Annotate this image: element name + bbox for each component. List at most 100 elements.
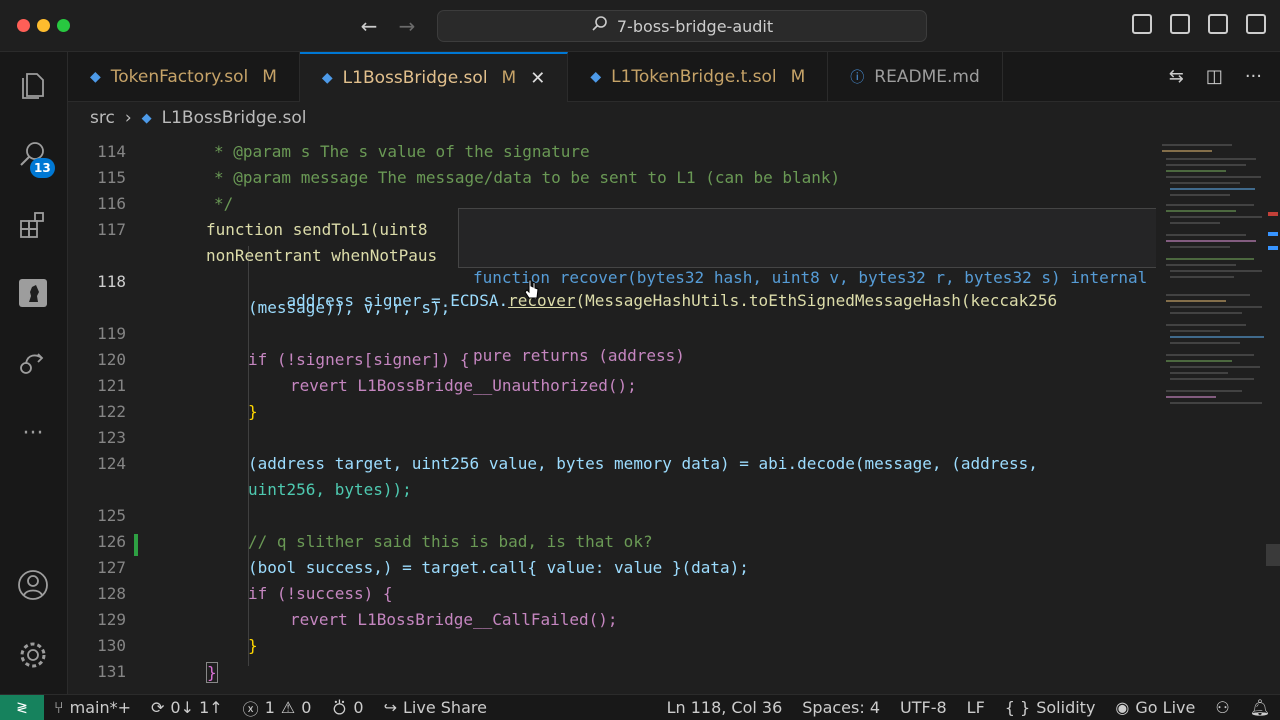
line-number: 130 bbox=[97, 636, 126, 655]
vertical-scrollbar[interactable] bbox=[1266, 134, 1280, 694]
maximize-window-button[interactable] bbox=[57, 19, 70, 32]
go-live-label: Go Live bbox=[1135, 698, 1196, 717]
live-share-icon: ↪ bbox=[383, 698, 398, 717]
eol-setting[interactable]: LF bbox=[957, 698, 995, 717]
line-number: 129 bbox=[97, 610, 126, 629]
line-number: 116 bbox=[97, 194, 126, 213]
title-bar: ← → 7-boss-bridge-audit bbox=[0, 0, 1280, 52]
live-share-icon[interactable] bbox=[14, 344, 52, 382]
cursor-position[interactable]: Ln 118, Col 36 bbox=[657, 698, 793, 717]
language-mode[interactable]: { } Solidity bbox=[995, 698, 1106, 717]
error-marker bbox=[1268, 212, 1278, 216]
toggle-panel-icon[interactable] bbox=[1170, 14, 1190, 34]
info-icon: ⓘ bbox=[850, 70, 865, 86]
minimap[interactable] bbox=[1156, 134, 1266, 694]
chevron-right-icon: › bbox=[124, 108, 132, 128]
code-line-116: */ bbox=[214, 194, 234, 213]
tab-l1bossbridge[interactable]: ◆ L1BossBridge.sol M ✕ bbox=[299, 52, 569, 102]
breadcrumb: src › ◆ L1BossBridge.sol bbox=[68, 102, 1280, 134]
breadcrumb-folder[interactable]: src bbox=[90, 108, 115, 128]
status-bar: ≷ ⑂ main*+ ⟳ 0↓ 1↑ ⓧ 1 ⚠ 0 ⛣ 0 ↪ Live Sh… bbox=[0, 694, 1280, 720]
code-line-115: * @param message The message/data to be … bbox=[214, 168, 841, 187]
search-marker bbox=[1268, 232, 1278, 236]
toggle-secondary-sidebar-icon[interactable] bbox=[1208, 14, 1228, 34]
solidity-file-icon: ◆ bbox=[590, 69, 602, 85]
code-line-129: revert L1BossBridge__CallFailed(); bbox=[290, 610, 618, 629]
problems-indicator[interactable]: ⓧ 1 ⚠ 0 bbox=[233, 696, 322, 720]
broadcast-icon: ◉ bbox=[1115, 698, 1130, 717]
explorer-icon[interactable] bbox=[14, 66, 52, 104]
editor-tabs: ◆ TokenFactory.sol M ◆ L1BossBridge.sol … bbox=[68, 52, 1280, 102]
sync-indicator[interactable]: ⟳ 0↓ 1↑ bbox=[141, 698, 233, 717]
breadcrumb-file[interactable]: L1BossBridge.sol bbox=[162, 108, 307, 128]
copilot-icon[interactable]: ⚇ bbox=[1205, 698, 1239, 717]
search-results-badge: 13 bbox=[30, 158, 55, 178]
modified-indicator: M bbox=[501, 68, 517, 88]
sync-icon: ⟳ bbox=[151, 698, 165, 717]
line-number: 128 bbox=[97, 584, 126, 603]
solidity-file-icon: ◆ bbox=[321, 70, 333, 86]
warning-count: 0 bbox=[301, 698, 312, 717]
remote-indicator-icon[interactable]: ≷ bbox=[0, 694, 44, 720]
ports-count: 0 bbox=[353, 698, 364, 717]
extensions-icon[interactable] bbox=[14, 206, 52, 244]
code-line-122: } bbox=[248, 402, 258, 421]
code-line-114: * @param s The s value of the signature bbox=[214, 142, 590, 161]
solidity-file-icon: ◆ bbox=[90, 69, 101, 85]
line-number: 127 bbox=[97, 558, 126, 577]
activity-bar: 13 ··· bbox=[0, 52, 68, 694]
indentation-setting[interactable]: Spaces: 4 bbox=[792, 698, 890, 717]
line-number: 131 bbox=[97, 662, 126, 681]
tab-tokenfactory[interactable]: ◆ TokenFactory.sol M bbox=[68, 52, 300, 102]
tab-label: README.md bbox=[874, 67, 980, 87]
close-icon[interactable]: ✕ bbox=[530, 68, 545, 89]
line-number: 121 bbox=[97, 376, 126, 395]
gear-icon[interactable] bbox=[14, 636, 52, 674]
more-actions-icon[interactable]: ··· bbox=[1245, 66, 1262, 87]
more-icon[interactable]: ··· bbox=[14, 414, 52, 452]
customize-layout-icon[interactable] bbox=[1246, 14, 1266, 34]
code-line-131: } bbox=[206, 662, 218, 683]
minimize-window-button[interactable] bbox=[37, 19, 50, 32]
branch-indicator[interactable]: ⑂ main*+ bbox=[44, 698, 141, 717]
command-center-search[interactable]: 7-boss-bridge-audit bbox=[437, 10, 927, 42]
tab-l1tokenbridge-test[interactable]: ◆ L1TokenBridge.t.sol M bbox=[568, 52, 829, 102]
account-icon[interactable] bbox=[14, 566, 52, 604]
split-editor-icon[interactable]: ◫ bbox=[1206, 66, 1223, 87]
line-number: 126 bbox=[97, 532, 126, 551]
hover-signature-tooltip: function recover(bytes32 hash, uint8 v, … bbox=[458, 208, 1258, 365]
encoding-setting[interactable]: UTF-8 bbox=[890, 698, 957, 717]
git-modified-marker bbox=[134, 534, 138, 556]
error-icon: ⓧ bbox=[242, 699, 259, 719]
toggle-primary-sidebar-icon[interactable] bbox=[1132, 14, 1152, 34]
go-live-button[interactable]: ◉ Go Live bbox=[1105, 698, 1205, 717]
line-number: 114 bbox=[97, 142, 126, 161]
search-icon bbox=[591, 15, 609, 37]
hover-return-line: pure returns (address) bbox=[473, 346, 685, 365]
scroll-thumb[interactable] bbox=[1266, 544, 1280, 566]
ports-indicator[interactable]: ⛣ 0 bbox=[321, 696, 373, 719]
status-bar-right: Ln 118, Col 36 Spaces: 4 UTF-8 LF { } So… bbox=[657, 698, 1280, 717]
code-line-117: function sendToL1(uint8 bbox=[206, 220, 428, 239]
compare-changes-icon[interactable]: ⇆ bbox=[1169, 66, 1184, 87]
braces-icon: { } bbox=[1004, 698, 1031, 717]
solidity-file-icon: ◆ bbox=[141, 110, 152, 126]
layout-controls bbox=[1132, 14, 1266, 34]
forward-arrow-icon[interactable]: → bbox=[394, 12, 420, 40]
code-line-124: (address target, uint256 value, bytes me… bbox=[248, 454, 1038, 473]
workspace-title: 7-boss-bridge-audit bbox=[616, 16, 774, 36]
live-share-button[interactable]: ↪ Live Share bbox=[374, 698, 497, 717]
line-number: 123 bbox=[97, 428, 126, 447]
modified-indicator: M bbox=[262, 67, 277, 87]
notifications-bell-icon[interactable]: 🔔︎ bbox=[1240, 698, 1280, 717]
line-number: 120 bbox=[97, 350, 126, 369]
chess-piece-icon[interactable] bbox=[14, 274, 52, 312]
back-arrow-icon[interactable]: ← bbox=[356, 12, 382, 40]
line-number: 115 bbox=[97, 168, 126, 187]
code-line-120: if (!signers[signer]) { bbox=[248, 350, 470, 369]
tab-readme[interactable]: ⓘ README.md bbox=[828, 52, 1003, 102]
line-number: 118 bbox=[97, 272, 126, 291]
modified-indicator: M bbox=[790, 67, 806, 87]
code-line-127: (bool success,) = target.call{ value: va… bbox=[248, 558, 749, 577]
close-window-button[interactable] bbox=[17, 19, 30, 32]
